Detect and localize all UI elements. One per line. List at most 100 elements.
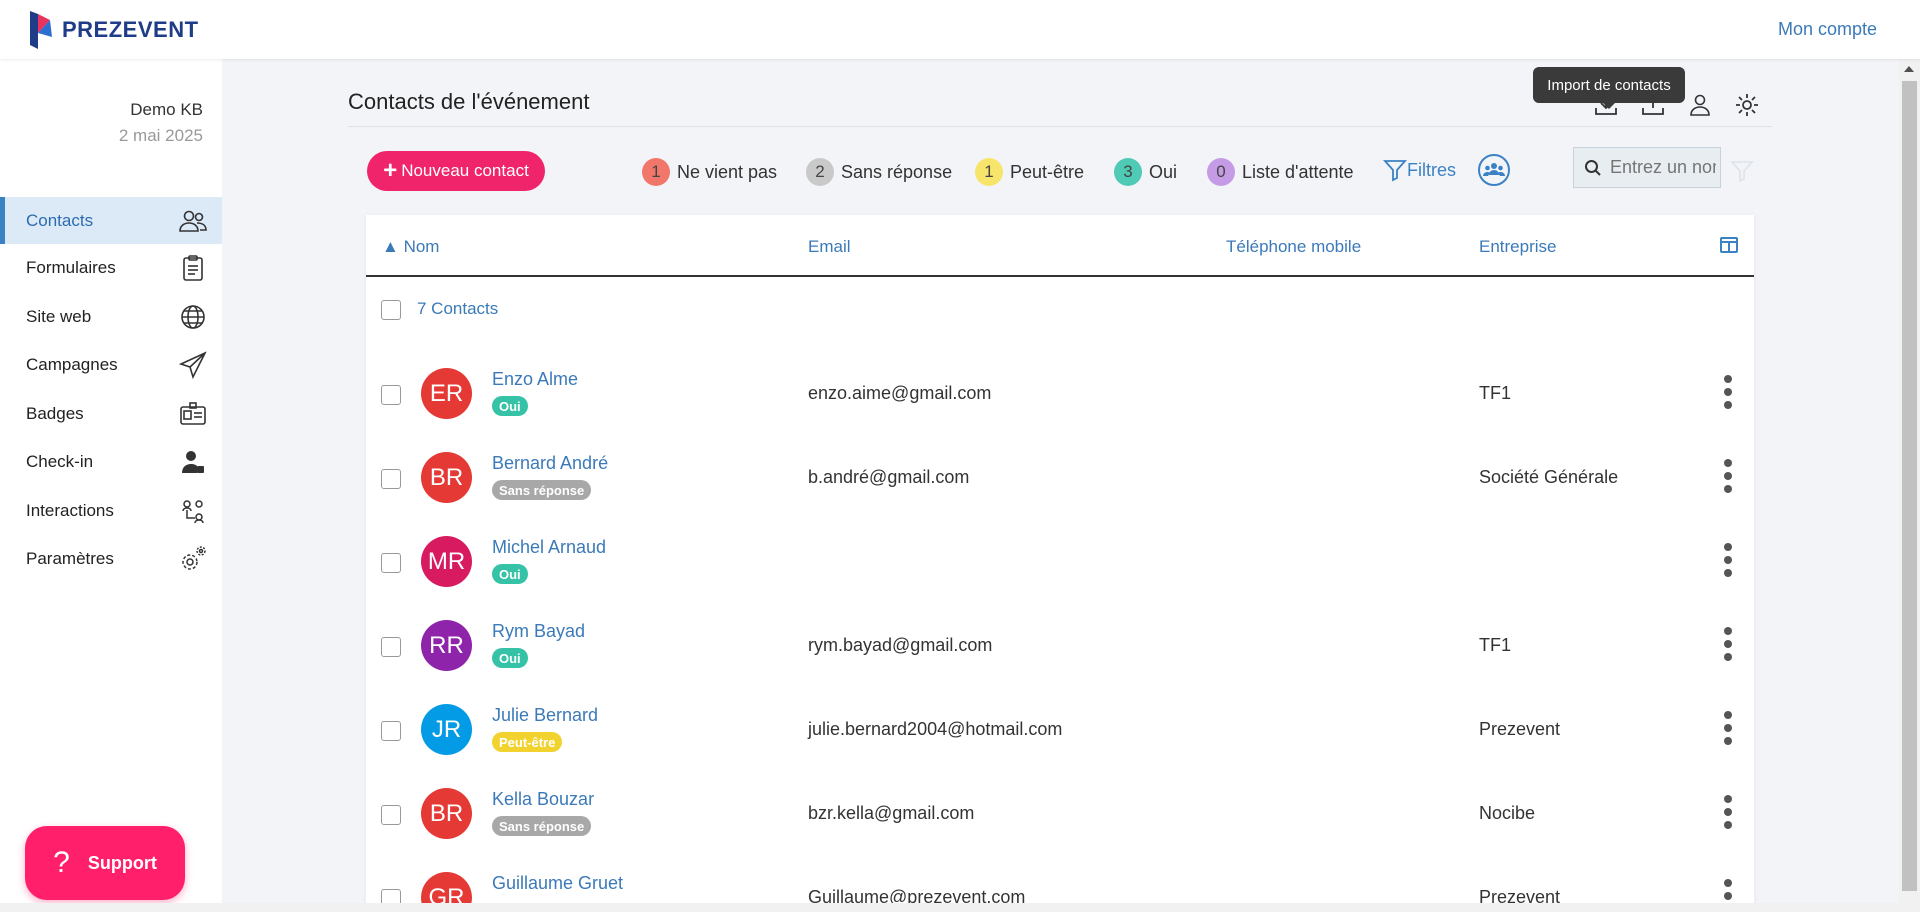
company-cell: Nocibe	[1479, 803, 1536, 823]
status-label: Oui	[1149, 161, 1178, 182]
settings-gear-icon[interactable]	[1734, 92, 1760, 118]
users-icon[interactable]	[1687, 92, 1713, 118]
row-menu-icon[interactable]	[1722, 795, 1734, 829]
clear-filter-icon[interactable]	[1730, 160, 1754, 182]
new-contact-button[interactable]: + Nouveau contact	[367, 151, 545, 191]
status-filter-no-answer[interactable]: 2 Sans réponse	[806, 158, 952, 186]
contact-name-link[interactable]: Julie Bernard	[492, 705, 598, 726]
company-cell: TF1	[1479, 383, 1512, 403]
table-row[interactable]: ER Enzo Alme Oui enzo.aime@gmail.com TF1	[366, 353, 1754, 437]
sidebar-item-label: Site web	[26, 306, 92, 326]
row-checkbox[interactable]	[381, 553, 401, 573]
scroll-thumb[interactable]	[1902, 81, 1917, 891]
sidebar-item-label: Formulaires	[26, 258, 116, 278]
contacts-table: ▲ Nom Email Téléphone mobile Entreprise …	[366, 215, 1754, 912]
status-count: 1	[642, 158, 670, 186]
sidebar-item-forms[interactable]: Formulaires	[0, 244, 222, 293]
table-row[interactable]: JR Julie Bernard Peut-être julie.bernard…	[366, 689, 1754, 773]
row-checkbox[interactable]	[381, 637, 401, 657]
badge-card-icon	[180, 401, 206, 425]
sidebar-item-badges[interactable]: Badges	[0, 390, 222, 439]
sidebar-item-checkin[interactable]: Check-in	[0, 438, 222, 487]
prezevent-logo-icon	[30, 11, 52, 49]
contact-name-link[interactable]: Michel Arnaud	[492, 537, 606, 558]
contact-name-link[interactable]: Kella Bouzar	[492, 789, 594, 810]
status-filter-not-coming[interactable]: 1 Ne vient pas	[642, 158, 777, 186]
sidebar-item-label: Check-in	[26, 452, 94, 472]
row-menu-icon[interactable]	[1722, 627, 1734, 661]
status-badge: Oui	[492, 396, 528, 416]
company-cell: Société Générale	[1479, 467, 1619, 487]
logo[interactable]: PREZEVENT	[28, 11, 199, 49]
title-divider	[348, 126, 1772, 127]
table-row[interactable]: RR Rym Bayad Oui rym.bayad@gmail.com TF1	[366, 605, 1754, 689]
status-label: Ne vient pas	[677, 161, 778, 182]
avatar: BR	[421, 788, 472, 839]
select-all-checkbox[interactable]	[381, 300, 401, 320]
filters-button[interactable]: Filtres	[1383, 158, 1456, 182]
column-header-company[interactable]: Entreprise	[1479, 237, 1556, 257]
status-count: 3	[1114, 158, 1142, 186]
status-filter-yes[interactable]: 3 Oui	[1114, 158, 1177, 186]
email-cell: b.andré@gmail.com	[808, 467, 970, 487]
email-cell: julie.bernard2004@hotmail.com	[808, 719, 1063, 739]
sidebar-item-settings[interactable]: Paramètres	[0, 535, 222, 584]
avatar: JR	[421, 704, 472, 755]
contact-name-link[interactable]: Enzo Alme	[492, 369, 578, 390]
status-badge: Sans réponse	[492, 816, 592, 836]
sidebar-item-label: Campagnes	[26, 355, 118, 375]
row-menu-icon[interactable]	[1722, 711, 1734, 745]
row-checkbox[interactable]	[381, 385, 401, 405]
row-menu-icon[interactable]	[1722, 375, 1734, 409]
row-menu-icon[interactable]	[1722, 543, 1734, 577]
status-count: 1	[975, 158, 1003, 186]
avatar: RR	[421, 620, 472, 671]
row-menu-icon[interactable]	[1722, 459, 1734, 493]
sidebar-nav: Contacts Formulaires Site web Campagnes	[0, 197, 222, 584]
scroll-up-arrow[interactable]	[1904, 66, 1914, 72]
support-button[interactable]: ? Support	[25, 826, 185, 900]
sidebar-item-interactions[interactable]: Interactions	[0, 487, 222, 536]
search-input[interactable]	[1610, 157, 1716, 178]
status-badge: Oui	[492, 648, 528, 668]
groups-icon[interactable]	[1478, 154, 1510, 186]
status-filter-waitlist[interactable]: 0 Liste d'attente	[1207, 158, 1354, 186]
sidebar-item-contacts[interactable]: Contacts	[0, 197, 222, 244]
avatar: ER	[421, 368, 472, 419]
event-date: 2 mai 2025	[118, 126, 203, 145]
sort-asc-icon: ▲	[382, 237, 404, 256]
email-cell: enzo.aime@gmail.com	[808, 383, 992, 403]
group-people-icon	[1483, 163, 1505, 176]
row-checkbox[interactable]	[381, 469, 401, 489]
status-label: Peut-être	[1010, 161, 1085, 182]
brand-name: PREZEVENT	[62, 17, 199, 42]
row-checkbox[interactable]	[381, 805, 401, 825]
status-label: Liste d'attente	[1242, 161, 1354, 182]
column-header-name[interactable]: ▲ Nom	[382, 237, 439, 257]
status-filter-maybe[interactable]: 1 Peut-être	[975, 158, 1084, 186]
question-icon: ?	[53, 846, 70, 879]
columns-layout-icon[interactable]	[1720, 237, 1738, 253]
vertical-scrollbar[interactable]	[1899, 59, 1920, 912]
row-checkbox[interactable]	[381, 721, 401, 741]
company-cell: TF1	[1479, 635, 1512, 655]
table-row[interactable]: BR Kella Bouzar Sans réponse bzr.kella@g…	[366, 773, 1754, 857]
status-badge: Sans réponse	[492, 480, 592, 500]
page-title: Contacts de l'événement	[348, 89, 590, 114]
table-row[interactable]: BR Bernard André Sans réponse b.andré@gm…	[366, 437, 1754, 521]
sidebar-item-website[interactable]: Site web	[0, 293, 222, 342]
contact-name-link[interactable]: Guillaume Gruet	[492, 873, 623, 894]
table-row[interactable]: MR Michel Arnaud Oui	[366, 521, 1754, 605]
clipboard-icon	[183, 255, 203, 282]
sidebar-item-campaigns[interactable]: Campagnes	[0, 341, 222, 390]
my-account-link[interactable]: Mon compte	[1778, 19, 1877, 40]
contacts-count: 7 Contacts	[417, 299, 499, 318]
event-name: Demo KB	[130, 100, 203, 119]
sidebar-item-label: Interactions	[26, 500, 114, 520]
contact-name-link[interactable]: Rym Bayad	[492, 621, 585, 642]
sidebar-item-label: Contacts	[26, 210, 94, 230]
contact-name-link[interactable]: Bernard André	[492, 453, 608, 474]
column-header-email[interactable]: Email	[808, 237, 851, 257]
horizontal-scrollbar[interactable]	[0, 903, 1899, 912]
column-header-phone[interactable]: Téléphone mobile	[1226, 237, 1361, 257]
